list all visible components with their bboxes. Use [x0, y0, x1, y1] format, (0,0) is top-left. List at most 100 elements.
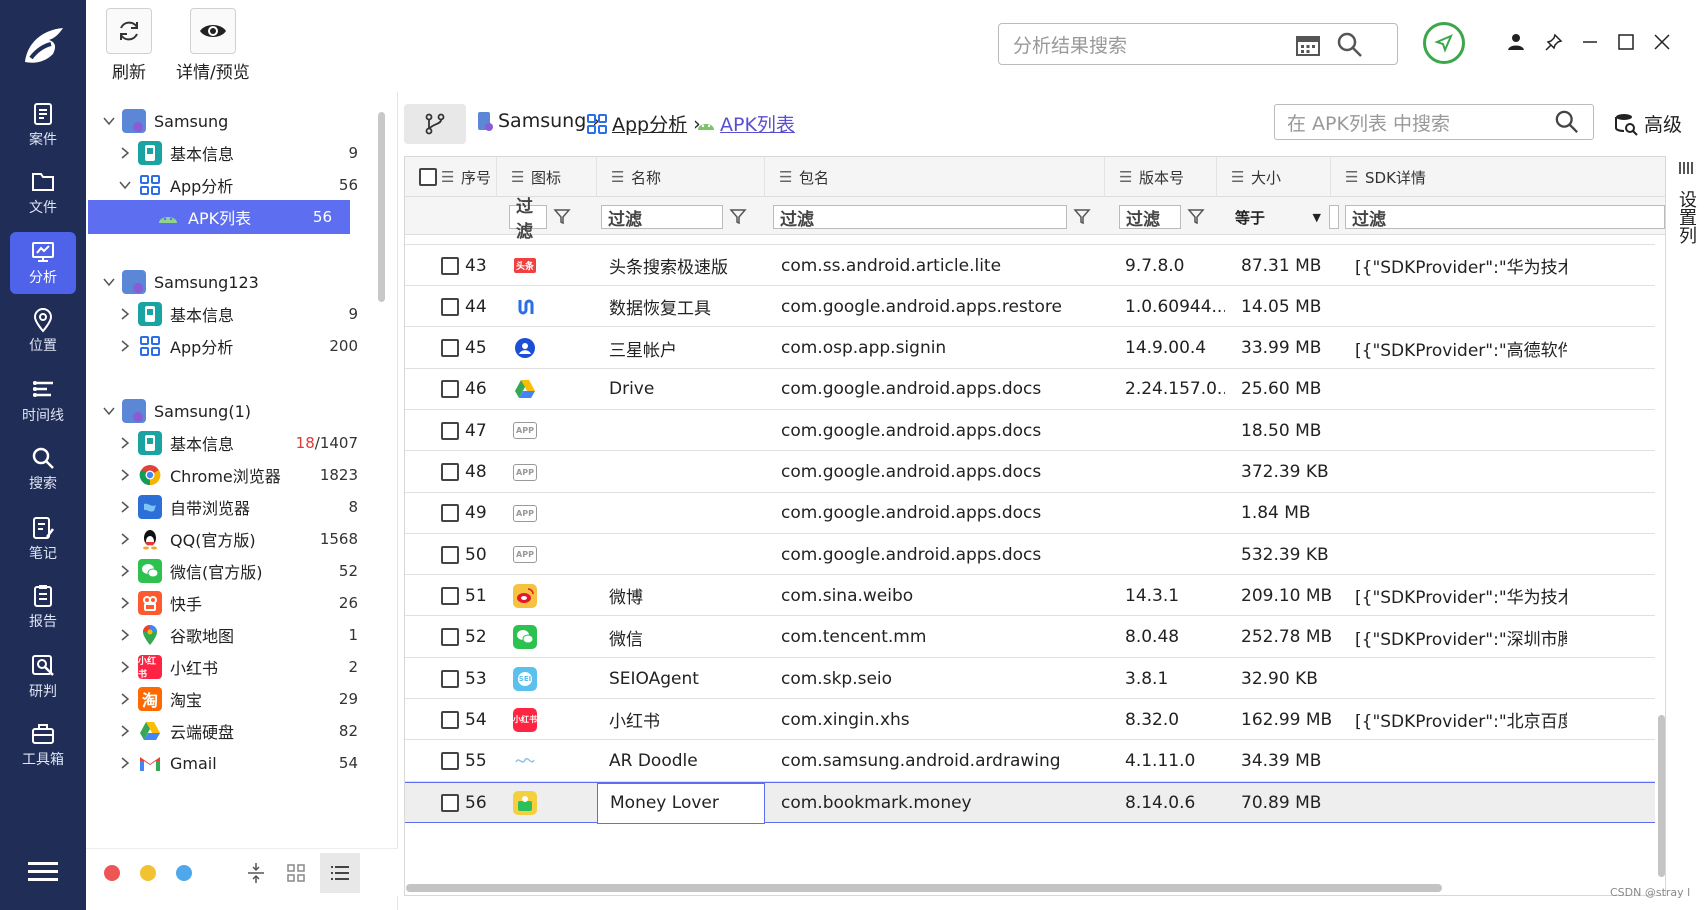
chevron-right-icon[interactable] — [118, 724, 132, 738]
column-menu-icon[interactable]: ☰ — [1119, 168, 1133, 186]
detail-preview-button[interactable]: 详情/预览 — [176, 8, 250, 83]
column-menu-icon[interactable]: ☰ — [1345, 168, 1359, 186]
tree-node[interactable]: Samsung — [86, 104, 376, 138]
close-icon[interactable] — [1650, 30, 1674, 54]
table-horizontal-scrollbar[interactable] — [406, 884, 1442, 892]
cell-name[interactable]: Drive — [597, 369, 765, 410]
row-checkbox[interactable] — [441, 421, 459, 440]
filter-funnel-icon[interactable] — [729, 207, 747, 225]
table-row[interactable]: 53 SEI SEIOAgent com.skp.seio 3.8.1 32.90 KB — [405, 658, 1655, 699]
tree-node[interactable]: 快手 26 — [86, 586, 376, 620]
tree-node[interactable]: 基本信息 9 — [86, 136, 376, 170]
sidebar-item-5[interactable]: 时间线 — [10, 370, 76, 432]
tree-scrollbar[interactable] — [378, 112, 385, 302]
cell-name[interactable]: 数据恢复工具 — [597, 286, 765, 327]
pin-icon[interactable] — [1542, 30, 1566, 54]
global-search-input[interactable]: 分析结果搜索 — [998, 23, 1398, 65]
settings-column-button[interactable]: 设置列 — [1670, 156, 1702, 306]
tree-node[interactable]: App分析 200 — [86, 329, 376, 363]
chevron-right-icon[interactable] — [118, 564, 132, 578]
filter-input[interactable]: 过滤 — [1119, 205, 1181, 230]
column-menu-icon[interactable]: ☰ — [441, 168, 455, 186]
filter-funnel-icon[interactable] — [553, 207, 571, 225]
row-checkbox[interactable] — [441, 752, 459, 771]
column-menu-icon[interactable]: ☰ — [511, 168, 525, 186]
cell-name[interactable]: 头条搜索极速版 — [597, 245, 765, 286]
table-vertical-scrollbar[interactable] — [1658, 715, 1665, 877]
cell-name[interactable] — [597, 493, 765, 534]
tree-node[interactable]: QQ(官方版) 1568 — [86, 522, 376, 556]
chevron-down-icon[interactable] — [102, 404, 116, 418]
chevron-right-icon[interactable] — [118, 339, 132, 353]
sidebar-item-2[interactable]: 文件 — [10, 162, 76, 224]
maximize-icon[interactable] — [1614, 30, 1638, 54]
table-row[interactable]: 48 APP com.google.android.apps.docs 372.39 … — [405, 452, 1655, 493]
branch-button[interactable] — [404, 104, 466, 144]
advanced-search-button[interactable]: 高级 — [1614, 110, 1682, 137]
row-checkbox[interactable] — [441, 586, 459, 605]
table-row[interactable]: 56 Money Lover com.bookmark.money 8.14.0.6 7… — [405, 781, 1655, 824]
tree-node[interactable]: Samsung(1) — [86, 394, 376, 428]
table-row[interactable]: 46 Drive com.google.android.apps.docs 2.24.… — [405, 369, 1655, 410]
row-checkbox[interactable] — [441, 504, 459, 523]
table-row[interactable]: 52 微信 com.tencent.mm 8.0.48 252.78 MB [{"SDKP… — [405, 617, 1655, 658]
header-col-package[interactable]: ☰ 包名 — [779, 157, 1105, 197]
row-checkbox[interactable] — [441, 297, 459, 316]
calendar-icon[interactable] — [1295, 33, 1321, 57]
row-checkbox[interactable] — [441, 628, 459, 647]
row-checkbox[interactable] — [441, 794, 459, 813]
filter-input[interactable]: 过滤 — [601, 205, 723, 230]
collapse-all-icon[interactable] — [246, 861, 266, 885]
filter-input[interactable]: 过滤 — [773, 205, 1067, 230]
breadcrumb-device[interactable]: Samsung › — [476, 110, 600, 132]
header-col-no[interactable]: ☰ 序号 — [441, 157, 497, 197]
chevron-right-icon[interactable] — [118, 628, 132, 642]
user-icon[interactable] — [1504, 30, 1528, 54]
chevron-right-icon[interactable] — [118, 692, 132, 706]
chevron-right-icon[interactable] — [118, 307, 132, 321]
yellow-dot-icon[interactable] — [140, 865, 156, 881]
filter-funnel-icon[interactable] — [1187, 207, 1205, 225]
header-col-name[interactable]: ☰ 名称 — [611, 157, 765, 197]
tree-node[interactable]: APK列表 56 — [88, 200, 350, 234]
chevron-right-icon[interactable] — [118, 146, 132, 160]
table-row[interactable]: 51 微博 com.sina.weibo 14.3.1 209.10 MB [{"SDKP… — [405, 575, 1655, 617]
table-row[interactable]: 45 三星帐户 com.osp.app.signin 14.9.00.4 33.99 M… — [405, 328, 1655, 369]
table-row[interactable]: 54 小红书 小红书 com.xingin.xhs 8.32.0 162.99 MB [{"… — [405, 699, 1655, 741]
column-menu-icon[interactable]: ☰ — [611, 168, 625, 186]
red-dot-icon[interactable] — [104, 865, 120, 881]
tree-node[interactable]: 小红书 小红书 2 — [86, 650, 376, 684]
size-filter-operator-select[interactable]: 等于 ▼ — [1235, 205, 1325, 229]
sidebar-item-8[interactable]: 报告 — [10, 576, 76, 638]
filter-input[interactable]: 过滤 — [1345, 205, 1665, 230]
chevron-right-icon[interactable] — [118, 756, 132, 770]
header-col-version[interactable]: ☰ 版本号 — [1119, 157, 1217, 197]
cell-name[interactable] — [597, 452, 765, 493]
filter-funnel-icon[interactable] — [1073, 207, 1091, 225]
tree-node[interactable]: App分析 56 — [86, 168, 376, 202]
column-menu-icon[interactable]: ☰ — [779, 168, 793, 186]
apk-search-input[interactable]: 在 APK列表 中搜索 — [1274, 104, 1594, 140]
table-row[interactable]: 50 APP com.google.android.apps.docs 532.39 … — [405, 534, 1655, 576]
search-icon[interactable] — [1337, 32, 1363, 58]
sidebar-item-7[interactable]: 笔记 — [10, 508, 76, 570]
chevron-right-icon[interactable] — [118, 532, 132, 546]
sidebar-item-1[interactable]: 案件 — [10, 94, 76, 156]
breadcrumb-current[interactable]: APK列表 — [696, 110, 795, 137]
size-filter-value-input[interactable] — [1329, 205, 1339, 229]
row-checkbox[interactable] — [441, 669, 459, 688]
tree-node[interactable]: Gmail 54 — [86, 746, 376, 780]
cell-name[interactable] — [597, 534, 765, 575]
cell-name[interactable]: 小红书 — [597, 699, 765, 740]
location-status-button[interactable] — [1423, 22, 1465, 64]
sidebar-item-6[interactable]: 搜索 — [10, 438, 76, 500]
tree-node[interactable]: 云端硬盘 82 — [86, 714, 376, 748]
grid-view-icon[interactable] — [286, 863, 306, 883]
chevron-right-icon[interactable] — [118, 468, 132, 482]
table-row[interactable]: 43 头条 头条搜索极速版 com.ss.android.article.lite 9.… — [405, 245, 1655, 286]
sidebar-item-3[interactable]: 分析 — [10, 232, 76, 294]
chevron-right-icon[interactable] — [118, 596, 132, 610]
cell-name[interactable]: AR Doodle — [597, 741, 765, 782]
row-checkbox[interactable] — [441, 545, 459, 564]
header-col-size[interactable]: ☰ 大小 — [1231, 157, 1331, 197]
